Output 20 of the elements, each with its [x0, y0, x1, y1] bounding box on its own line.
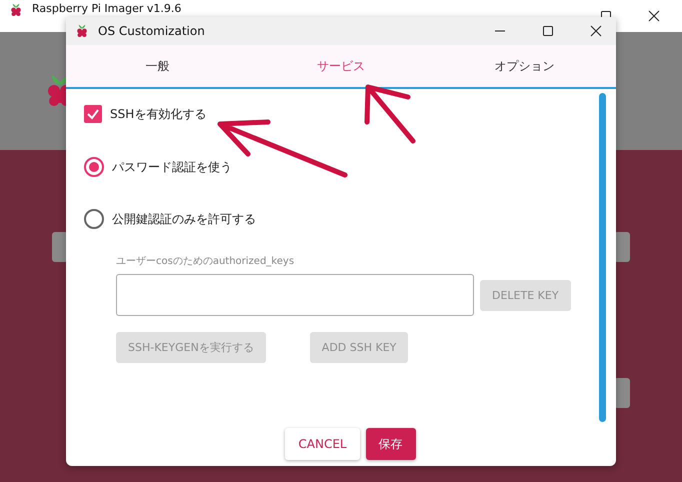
window-title: Raspberry Pi Imager v1.9.6: [32, 2, 182, 15]
radio-button[interactable]: [84, 157, 104, 177]
save-button[interactable]: 保存: [366, 428, 416, 460]
tab[interactable]: サービス: [249, 45, 433, 87]
tab[interactable]: オプション: [432, 45, 616, 87]
radio-button[interactable]: [84, 209, 104, 229]
cancel-button[interactable]: CANCEL: [285, 428, 360, 460]
tab[interactable]: 一般: [66, 45, 250, 87]
radio-label: パスワード認証を使う: [112, 158, 232, 176]
checkbox-label: SSHを有効化する: [110, 106, 206, 122]
checkbox[interactable]: [84, 105, 102, 123]
close-icon: [590, 25, 602, 37]
dialog-title: OS Customization: [98, 24, 206, 38]
close-icon: [648, 10, 660, 22]
scrollbar[interactable]: [599, 93, 606, 422]
radio-label: 公開鍵認証のみを許可する: [112, 210, 256, 228]
field-label: ユーザーcosのためのauthorized_keys: [116, 255, 296, 268]
annotation-arrow: [364, 84, 416, 144]
keys-input-field[interactable]: [116, 274, 474, 316]
maximize-icon: [542, 25, 554, 37]
